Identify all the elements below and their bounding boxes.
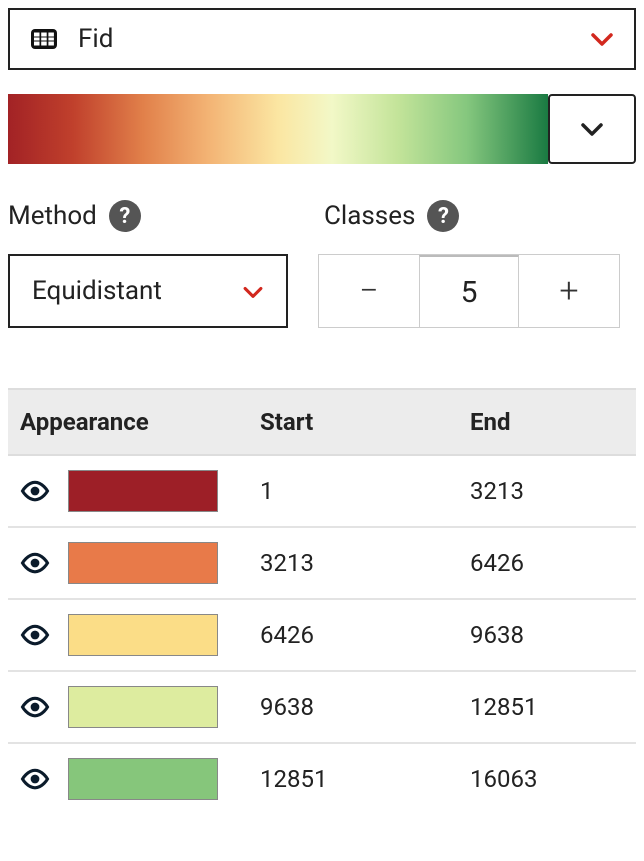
controls-row: Equidistant − 5 + [8, 254, 636, 328]
visibility-toggle[interactable] [20, 764, 50, 794]
start-cell: 12851 [260, 765, 470, 793]
table-body: 1321332136426642696389638128511285116063 [8, 456, 636, 814]
appearance-cell [20, 614, 260, 656]
table-row: 64269638 [8, 600, 636, 672]
table-row: 1285116063 [8, 744, 636, 814]
visibility-toggle[interactable] [20, 476, 50, 506]
col-start: Start [260, 408, 470, 436]
color-ramp-row [8, 94, 636, 164]
chevron-down-icon [242, 276, 264, 306]
end-cell: 12851 [470, 693, 624, 721]
end-cell: 3213 [470, 477, 624, 505]
color-swatch[interactable] [68, 470, 218, 512]
end-cell: 6426 [470, 549, 624, 577]
table-row: 32136426 [8, 528, 636, 600]
color-swatch[interactable] [68, 758, 218, 800]
field-select-label: Fid [78, 24, 570, 54]
table-row: 13213 [8, 456, 636, 528]
chevron-down-icon [580, 115, 604, 143]
end-cell: 16063 [470, 765, 624, 793]
end-cell: 9638 [470, 621, 624, 649]
method-label: Method [8, 201, 97, 231]
color-swatch[interactable] [68, 542, 218, 584]
appearance-cell [20, 542, 260, 584]
increment-button[interactable]: + [519, 255, 619, 327]
color-swatch[interactable] [68, 614, 218, 656]
appearance-cell [20, 470, 260, 512]
classes-value[interactable]: 5 [419, 255, 519, 327]
chevron-down-icon [590, 25, 614, 53]
start-cell: 9638 [260, 693, 470, 721]
classes-stepper: − 5 + [318, 254, 620, 328]
classes-label: Classes [324, 201, 415, 231]
table-icon [30, 28, 58, 50]
table-row: 963812851 [8, 672, 636, 744]
visibility-toggle[interactable] [20, 620, 50, 650]
col-appearance: Appearance [20, 408, 260, 436]
color-ramp[interactable] [8, 94, 548, 164]
start-cell: 3213 [260, 549, 470, 577]
appearance-cell [20, 686, 260, 728]
decrement-button[interactable]: − [319, 255, 419, 327]
col-end: End [470, 408, 624, 436]
method-value: Equidistant [32, 276, 162, 306]
table-header: Appearance Start End [8, 388, 636, 456]
help-icon[interactable]: ? [427, 200, 459, 232]
method-select[interactable]: Equidistant [8, 254, 288, 328]
classes-label-wrap: Classes ? [324, 200, 459, 232]
color-swatch[interactable] [68, 686, 218, 728]
color-ramp-toggle[interactable] [548, 94, 636, 164]
control-labels-row: Method ? Classes ? [8, 200, 636, 232]
field-select[interactable]: Fid [8, 8, 636, 70]
visibility-toggle[interactable] [20, 548, 50, 578]
method-label-wrap: Method ? [8, 200, 308, 232]
help-icon[interactable]: ? [109, 200, 141, 232]
classes-table: Appearance Start End 1321332136426642696… [8, 388, 636, 814]
start-cell: 1 [260, 477, 470, 505]
start-cell: 6426 [260, 621, 470, 649]
appearance-cell [20, 758, 260, 800]
visibility-toggle[interactable] [20, 692, 50, 722]
